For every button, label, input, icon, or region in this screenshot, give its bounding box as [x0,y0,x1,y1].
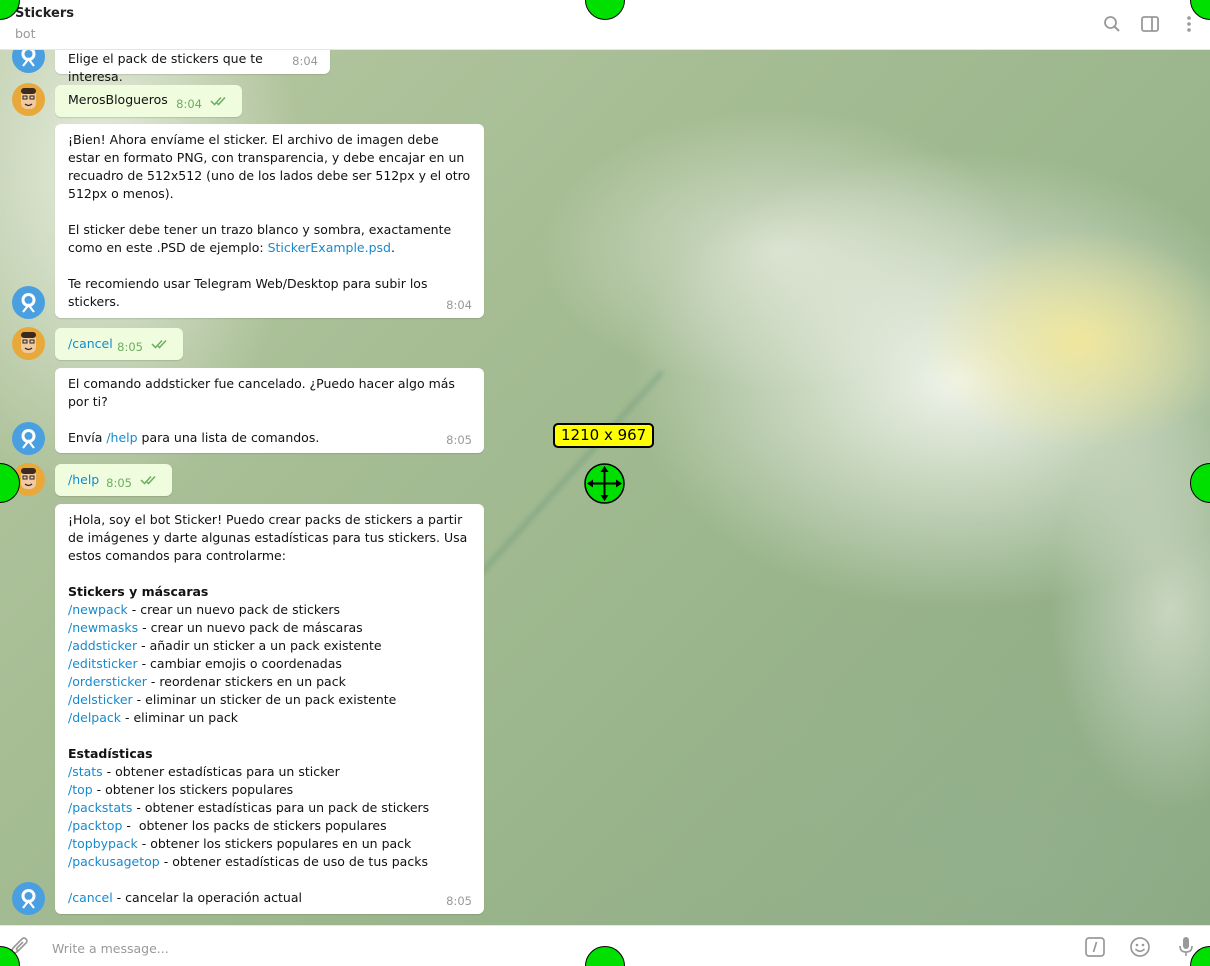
command-item: /ordersticker - reordenar stickers en un… [68,674,346,689]
message-paragraph: ¡Bien! Ahora envíame el sticker. El arch… [68,132,471,201]
command-item: /stats - obtener estadísticas para un st… [68,764,340,779]
command-item: /newmasks - crear un nuevo pack de másca… [68,620,363,635]
message-time: 8:04 [176,97,202,111]
message-text: MerosBlogueros [68,92,168,107]
emoji-icon[interactable] [1128,935,1152,959]
message-time: 8:05 [106,476,132,490]
command-link[interactable]: /help [68,472,99,487]
message-paragraph: El sticker debe tener un trazo blanco y … [68,222,452,255]
dimension-label: 1210 x 967 [553,423,655,448]
user-message-bubble: MerosBlogueros 8:04 [55,85,242,117]
search-icon[interactable] [1101,13,1123,35]
message-paragraph: El comando addsticker fue cancelado. ¿Pu… [68,376,455,409]
message-time: 8:04 [446,298,472,312]
command-item: /top - obtener los stickers populares [68,782,294,797]
command-item: /editsticker - cambiar emojis o coordena… [68,656,342,671]
command-item: /cancel - cancelar la operación actual [68,890,302,905]
message-time: 8:05 [117,340,143,354]
command-item: /newpack - crear un nuevo pack de sticke… [68,602,340,617]
command-link[interactable]: /help [106,430,137,445]
bot-message-bubble: ¡Bien! Ahora envíame el sticker. El arch… [55,124,484,318]
command-item: /packtop - obtener los packs de stickers… [68,818,387,833]
bot-message-bubble: ¡Hola, soy el bot Sticker! Puedo crear p… [55,504,484,914]
user-avatar[interactable] [12,83,45,116]
command-item: /delpack - eliminar un pack [68,710,238,725]
command-item: /packusagetop - obtener estadísticas de … [68,854,428,869]
sidebar-toggle-icon[interactable] [1139,13,1161,35]
chat-subtitle: bot [15,26,36,41]
read-checkmarks-icon [151,336,171,354]
read-checkmarks-icon [210,93,230,111]
command-item: /packstats - obtener estadísticas para u… [68,800,430,815]
file-link[interactable]: StickerExample.psd [268,240,391,255]
message-time: 8:04 [292,54,318,68]
bot-avatar[interactable] [12,882,45,915]
bot-message-bubble: El comando addsticker fue cancelado. ¿Pu… [55,368,484,453]
command-list: /stats - obtener estadísticas para un st… [68,763,472,871]
command-list: /newpack - crear un nuevo pack de sticke… [68,601,472,727]
message-time: 8:05 [446,433,472,447]
message-paragraph: ¡Hola, soy el bot Sticker! Puedo crear p… [68,512,468,563]
read-checkmarks-icon [140,472,160,490]
message-paragraph: Te recomiendo usar Telegram Web/Desktop … [68,276,428,309]
user-message-bubble: /cancel 8:05 [55,328,183,360]
message-input[interactable] [50,936,954,960]
section-heading: Estadísticas [68,746,153,761]
message-time: 8:05 [446,894,472,908]
telegram-chat-window: Stickers bot Elige el pack de stickers q… [0,0,1210,966]
move-handle-icon[interactable] [584,463,625,504]
command-item: /delsticker - eliminar un sticker de un … [68,692,397,707]
bot-command-icon[interactable] [1083,935,1107,959]
command-item: /addsticker - añadir un sticker a un pac… [68,638,382,653]
chat-title[interactable]: Stickers [15,6,74,21]
bot-avatar[interactable] [12,422,45,455]
message-paragraph: Envía /help para una lista de comandos. [68,430,320,445]
user-avatar[interactable] [12,327,45,360]
command-item: /topbypack - obtener los stickers popula… [68,836,412,851]
section-heading: Stickers y máscaras [68,584,209,599]
user-message-bubble: /help 8:05 [55,464,172,496]
bot-avatar[interactable] [12,286,45,319]
command-link[interactable]: /cancel [68,336,113,351]
more-vertical-icon[interactable] [1178,13,1200,35]
